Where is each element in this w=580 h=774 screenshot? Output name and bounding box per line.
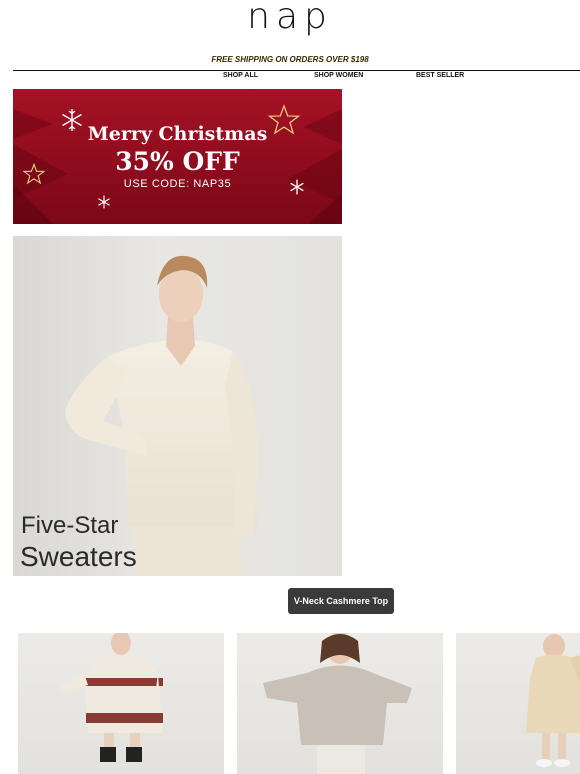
hero-headline-line2: Sweaters	[20, 541, 137, 572]
product-photo	[526, 634, 580, 767]
snowflake-icon	[98, 195, 110, 209]
hero-sweater-banner[interactable]: Five-Star Sweaters	[13, 236, 342, 576]
product-tile[interactable]	[18, 633, 224, 774]
vneck-cashmere-top-button[interactable]: V-Neck Cashmere Top	[288, 588, 394, 614]
logo-text: nap	[247, 0, 333, 37]
header-divider	[13, 70, 580, 71]
brand-logo[interactable]: nap	[0, 0, 580, 40]
christmas-promo-banner[interactable]: Merry Christmas 35% OFF USE CODE: NAP35	[13, 89, 342, 224]
promo-discount: 35% OFF	[115, 147, 240, 176]
nav-shop-all[interactable]: SHOP ALL	[223, 72, 258, 79]
shipping-announcement: FREE SHIPPING ON ORDERS OVER $198	[211, 55, 369, 64]
product-tile[interactable]	[456, 633, 580, 774]
product-photo	[263, 633, 412, 774]
nav-shop-women[interactable]: SHOP WOMEN	[314, 72, 363, 79]
nav-best-seller[interactable]: BEST SELLER	[416, 72, 464, 79]
hero-headline-line1: Five-Star	[21, 512, 119, 539]
product-tile[interactable]	[237, 633, 443, 774]
promo-title: Merry Christmas	[87, 123, 268, 145]
product-photo	[60, 633, 163, 762]
promo-code: USE CODE: NAP35	[123, 178, 232, 190]
